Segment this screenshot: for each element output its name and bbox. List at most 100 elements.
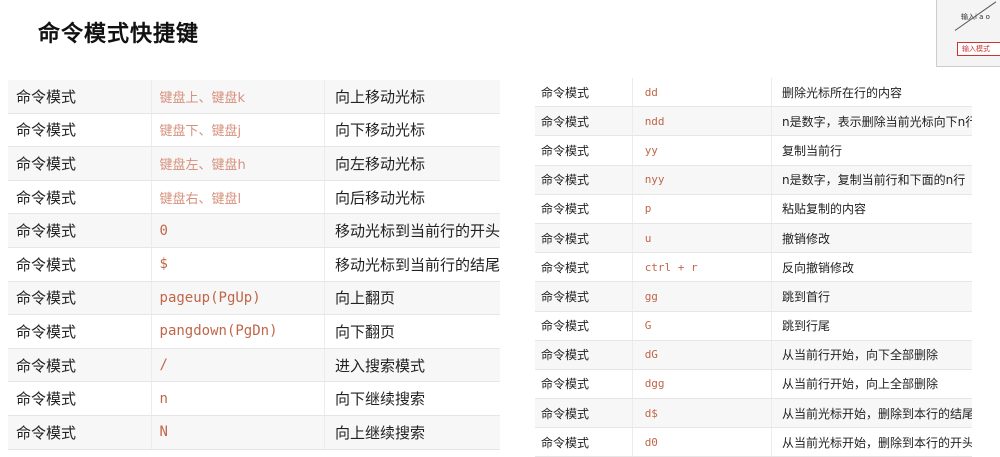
description-cell: 进入搜索模式 xyxy=(323,348,500,383)
shortcut-key-cell: / xyxy=(150,348,325,383)
mode-cell: 命令模式 xyxy=(8,314,152,349)
shortcut-key-cell: dd xyxy=(631,78,772,108)
shortcut-key-cell: pageup(PgUp) xyxy=(150,281,325,316)
shortcut-key-cell: 0 xyxy=(150,213,325,248)
mode-cell: 命令模式 xyxy=(8,348,152,383)
mode-cell: 命令模式 xyxy=(535,427,633,457)
table-row: 命令模式 ctrl + r 反向撤销修改 xyxy=(535,252,972,283)
mode-cell: 命令模式 xyxy=(8,146,152,181)
description-cell: 向后移动光标 xyxy=(323,180,500,215)
shortcut-key-cell: 键盘左、键盘h xyxy=(150,146,325,181)
mode-cell: 命令模式 xyxy=(8,381,152,416)
shortcut-key-cell: 键盘上、键盘k xyxy=(150,80,325,114)
description-cell: 移动光标到当前行的开头 xyxy=(323,213,500,248)
description-cell: n是数字，表示删除当前光标向下n行 xyxy=(771,106,972,137)
table-row: 命令模式 yy 复制当前行 xyxy=(535,135,972,166)
table-row: 命令模式 键盘左、键盘h 向左移动光标 xyxy=(8,146,500,181)
mode-cell: 命令模式 xyxy=(535,340,633,370)
mode-cell: 命令模式 xyxy=(535,311,633,341)
mode-cell: 命令模式 xyxy=(8,80,152,114)
description-cell: 从当前光标开始，删除到本行的开头 xyxy=(771,427,972,457)
description-cell: 向下继续搜索 xyxy=(323,381,500,416)
mode-cell: 命令模式 xyxy=(8,415,152,450)
table-row: 命令模式 n 向下继续搜索 xyxy=(8,381,500,416)
table-row: 命令模式 u 撤销修改 xyxy=(535,223,972,254)
description-cell: 复制当前行 xyxy=(771,135,972,166)
description-cell: 从当前光标开始，删除到本行的结尾 xyxy=(771,398,972,429)
table-row: 命令模式 / 进入搜索模式 xyxy=(8,348,500,383)
description-cell: 向上继续搜索 xyxy=(323,415,500,450)
shortcut-key-cell: N xyxy=(150,415,325,450)
shortcut-key-cell: $ xyxy=(150,247,325,282)
description-cell: 移动光标到当前行的结尾 xyxy=(323,247,500,282)
mode-cell: 命令模式 xyxy=(8,213,152,248)
mode-cell: 命令模式 xyxy=(8,180,152,215)
shortcut-key-cell: dG xyxy=(631,340,772,370)
thumbnail-text: 输入i a o xyxy=(961,13,990,21)
shortcut-key-cell: ndd xyxy=(631,106,772,137)
mode-cell: 命令模式 xyxy=(535,281,633,312)
shortcut-key-cell: d$ xyxy=(631,398,772,429)
shortcut-key-cell: nyy xyxy=(631,165,772,195)
slide-thumbnail[interactable]: 输入i a o 输入模式 xyxy=(936,0,1000,67)
shortcut-key-cell: ctrl + r xyxy=(631,252,772,283)
table-row: 命令模式 dG 从当前行开始，向下全部删除 xyxy=(535,340,972,370)
description-cell: 删除光标所在行的内容 xyxy=(771,78,972,108)
shortcut-key-cell: d0 xyxy=(631,427,772,457)
description-cell: 反向撤销修改 xyxy=(771,252,972,283)
table-row: 命令模式 d0 从当前光标开始，删除到本行的开头 xyxy=(535,427,972,457)
table-row: 命令模式 0 移动光标到当前行的开头 xyxy=(8,213,500,248)
table-row: 命令模式 ndd n是数字，表示删除当前光标向下n行 xyxy=(535,106,972,137)
table-row: 命令模式 N 向上继续搜索 xyxy=(8,415,500,450)
description-cell: 跳到行尾 xyxy=(771,311,972,341)
mode-cell: 命令模式 xyxy=(535,223,633,254)
shortcut-key-cell: n xyxy=(150,381,325,416)
mode-cell: 命令模式 xyxy=(535,106,633,137)
shortcut-key-cell: dgg xyxy=(631,369,772,400)
table-row: 命令模式 键盘右、键盘l 向后移动光标 xyxy=(8,180,500,215)
description-cell: 向下翻页 xyxy=(323,314,500,349)
mode-cell: 命令模式 xyxy=(535,194,633,224)
right-shortcut-table: 命令模式 dd 删除光标所在行的内容 命令模式 ndd n是数字，表示删除当前光标向下n行… xyxy=(535,78,972,457)
mode-cell: 命令模式 xyxy=(535,369,633,400)
shortcut-key-cell: pangdown(PgDn) xyxy=(150,314,325,349)
description-cell: 向上移动光标 xyxy=(323,80,500,114)
description-cell: 向左移动光标 xyxy=(323,146,500,181)
shortcut-key-cell: G xyxy=(631,311,772,341)
mode-cell: 命令模式 xyxy=(8,281,152,316)
mode-cell: 命令模式 xyxy=(535,252,633,283)
left-shortcut-table: 命令模式 键盘上、键盘k 向上移动光标 命令模式 键盘下、键盘j 向下移动光标 命令模式 键盘… xyxy=(8,80,500,450)
description-cell: 向下移动光标 xyxy=(323,113,500,148)
description-cell: 从当前行开始，向下全部删除 xyxy=(771,340,972,370)
table-row: 命令模式 pageup(PgUp) 向上翻页 xyxy=(8,281,500,316)
shortcut-key-cell: 键盘下、键盘j xyxy=(150,113,325,148)
description-cell: 撤销修改 xyxy=(771,223,972,254)
page-title: 命令模式快捷键 xyxy=(38,22,200,47)
table-row: 命令模式 p 粘贴复制的内容 xyxy=(535,194,972,224)
description-cell: 粘贴复制的内容 xyxy=(771,194,972,224)
shortcut-key-cell: 键盘右、键盘l xyxy=(150,180,325,215)
table-row: 命令模式 键盘下、键盘j 向下移动光标 xyxy=(8,113,500,148)
mode-cell: 命令模式 xyxy=(535,78,633,108)
thumbnail-box: 输入模式 xyxy=(957,42,1000,56)
table-row: 命令模式 dgg 从当前行开始，向上全部删除 xyxy=(535,369,972,400)
mode-cell: 命令模式 xyxy=(8,113,152,148)
table-row: 命令模式 nyy n是数字，复制当前行和下面的n行 xyxy=(535,165,972,195)
table-row: 命令模式 d$ 从当前光标开始，删除到本行的结尾 xyxy=(535,398,972,429)
description-cell: n是数字，复制当前行和下面的n行 xyxy=(771,165,972,195)
shortcut-key-cell: gg xyxy=(631,281,772,312)
description-cell: 从当前行开始，向上全部删除 xyxy=(771,369,972,400)
table-row: 命令模式 $ 移动光标到当前行的结尾 xyxy=(8,247,500,282)
mode-cell: 命令模式 xyxy=(535,135,633,166)
shortcut-key-cell: yy xyxy=(631,135,772,166)
mode-cell: 命令模式 xyxy=(535,398,633,429)
table-row: 命令模式 dd 删除光标所在行的内容 xyxy=(535,78,972,108)
description-cell: 向上翻页 xyxy=(323,281,500,316)
table-row: 命令模式 G 跳到行尾 xyxy=(535,311,972,341)
table-row: 命令模式 gg 跳到首行 xyxy=(535,281,972,312)
shortcut-key-cell: p xyxy=(631,194,772,224)
table-row: 命令模式 pangdown(PgDn) 向下翻页 xyxy=(8,314,500,349)
description-cell: 跳到首行 xyxy=(771,281,972,312)
thumbnail-box-text: 输入模式 xyxy=(962,45,990,53)
table-row: 命令模式 键盘上、键盘k 向上移动光标 xyxy=(8,80,500,114)
